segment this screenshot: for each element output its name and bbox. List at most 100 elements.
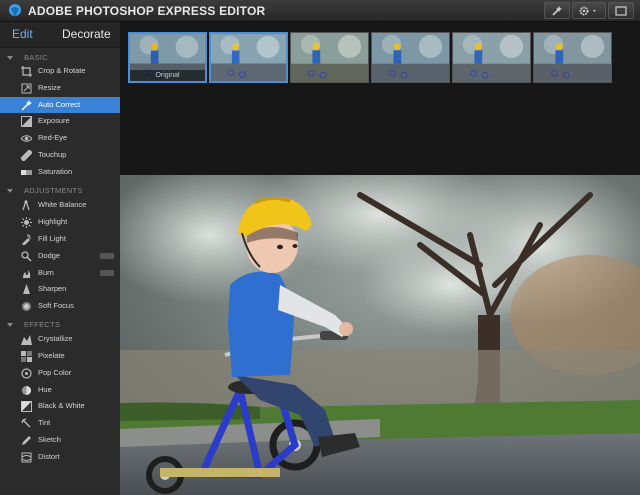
tool-label: Soft Focus <box>38 301 74 310</box>
tool-exposure[interactable]: Exposure <box>0 113 120 129</box>
title-bar: ADOBE PHOTOSHOP EXPRESS EDITOR <box>0 0 640 22</box>
white-balance-icon <box>22 200 30 211</box>
tool-label: Sketch <box>38 435 61 444</box>
burn-icon <box>23 270 31 278</box>
tool-soft-focus[interactable]: Soft Focus <box>0 298 120 314</box>
collapse-triangle-icon <box>7 189 13 193</box>
thumbnail-auto-correct-3[interactable] <box>371 32 450 83</box>
effects-button[interactable] <box>544 2 570 19</box>
collapse-triangle-icon <box>7 323 13 327</box>
tool-label: Resize <box>38 83 61 92</box>
photo-canvas[interactable] <box>120 175 640 495</box>
bandage-icon <box>21 150 32 161</box>
tool-label: Crystallize <box>38 334 73 343</box>
window-button[interactable] <box>608 2 634 19</box>
tool-dodge[interactable]: Dodge <box>0 248 120 264</box>
tool-sketch[interactable]: Sketch <box>0 432 120 448</box>
app-logo-icon <box>9 4 21 17</box>
dodge-icon <box>21 251 32 262</box>
tool-label: Fill Light <box>38 234 66 243</box>
tool-saturation[interactable]: Saturation <box>0 164 120 180</box>
tool-label: White Balance <box>38 200 87 209</box>
highlight-icon <box>21 217 32 228</box>
tool-label: Sharpen <box>38 284 67 293</box>
section-label: BASIC <box>24 53 49 62</box>
thumbnail-image <box>211 34 286 81</box>
thumbnail-auto-correct-1[interactable] <box>209 32 288 83</box>
distort-icon <box>21 452 32 463</box>
tool-sharpen[interactable]: Sharpen <box>0 281 120 297</box>
tool-label: Dodge <box>38 251 61 260</box>
tool-badge <box>100 253 114 259</box>
tool-red-eye[interactable]: Red-Eye <box>0 130 120 146</box>
crop-icon <box>21 66 32 77</box>
crystallize-icon <box>21 335 32 345</box>
photo-image <box>120 175 640 495</box>
tool-tint[interactable]: Tint <box>0 415 120 431</box>
thumbnail-auto-correct-2[interactable] <box>290 32 369 83</box>
tool-label: Tint <box>38 418 51 427</box>
preview-filmstrip: Original <box>120 22 640 175</box>
pop-color-icon <box>21 368 32 379</box>
tool-crop-rotate[interactable]: Crop & Rotate <box>0 63 120 79</box>
tool-label: Pop Color <box>38 368 72 377</box>
saturation-icon <box>21 170 32 175</box>
wand-icon <box>552 5 562 16</box>
tool-hue[interactable]: Hue <box>0 382 120 398</box>
tool-badge <box>100 270 114 276</box>
tool-label: Red-Eye <box>38 133 68 142</box>
gear-icon <box>579 6 596 15</box>
tool-label: Crop & Rotate <box>38 66 86 75</box>
thumbnail-auto-correct-5[interactable] <box>533 32 612 83</box>
tool-label: Pixelate <box>38 351 65 360</box>
tool-label: Touchup <box>38 150 67 159</box>
tool-label: Auto Correct <box>38 100 81 109</box>
thumbnail-image <box>372 33 449 82</box>
settings-button[interactable] <box>572 2 606 19</box>
tab-edit[interactable]: Edit <box>12 27 33 41</box>
tool-panel: Edit Decorate BASIC Crop & Rotate Resize… <box>0 22 120 495</box>
thumbnail-auto-correct-4[interactable] <box>452 32 531 83</box>
collapse-triangle-icon <box>7 56 13 60</box>
app-title: ADOBE PHOTOSHOP EXPRESS EDITOR <box>28 4 266 18</box>
tool-label: Hue <box>38 385 52 394</box>
section-label: EFFECTS <box>24 320 61 329</box>
thumbnail-original[interactable]: Original <box>128 32 207 83</box>
tool-pop-color[interactable]: Pop Color <box>0 365 120 381</box>
tool-distort[interactable]: Distort <box>0 449 120 465</box>
pixelate-icon <box>21 351 32 362</box>
tool-pixelate[interactable]: Pixelate <box>0 348 120 364</box>
tool-resize[interactable]: Resize <box>0 80 120 96</box>
black-white-icon <box>21 401 32 412</box>
tint-icon <box>21 418 31 428</box>
window-icon <box>615 5 627 16</box>
tab-decorate[interactable]: Decorate <box>62 27 111 41</box>
tool-burn[interactable]: Burn <box>0 265 120 281</box>
tool-label: Black & White <box>38 401 85 410</box>
mode-tabs: Edit Decorate <box>0 22 120 48</box>
thumbnail-image <box>453 33 530 82</box>
tool-fill-light[interactable]: Fill Light <box>0 231 120 247</box>
tool-label: Burn <box>38 268 54 277</box>
exposure-icon <box>21 116 32 127</box>
eye-icon <box>21 135 32 142</box>
tool-label: Highlight <box>38 217 68 226</box>
sharpen-icon <box>23 284 30 294</box>
magic-wand-icon <box>21 100 32 111</box>
tool-touchup[interactable]: Touchup <box>0 147 120 163</box>
sketch-icon <box>22 436 31 445</box>
soft-focus-icon <box>22 302 31 311</box>
thumbnail-caption: Original <box>130 70 205 81</box>
section-label: ADJUSTMENTS <box>24 186 83 195</box>
tool-auto-correct[interactable]: Auto Correct <box>0 97 120 113</box>
hue-icon <box>22 386 31 395</box>
tool-crystallize[interactable]: Crystallize <box>0 331 120 347</box>
tool-black-white[interactable]: Black & White <box>0 398 120 414</box>
tool-highlight[interactable]: Highlight <box>0 214 120 230</box>
thumbnail-image <box>534 33 611 82</box>
thumbnail-image <box>291 33 368 82</box>
fill-light-icon <box>22 234 31 245</box>
tool-label: Exposure <box>38 116 70 125</box>
tool-white-balance[interactable]: White Balance <box>0 197 120 213</box>
tool-label: Saturation <box>38 167 73 176</box>
